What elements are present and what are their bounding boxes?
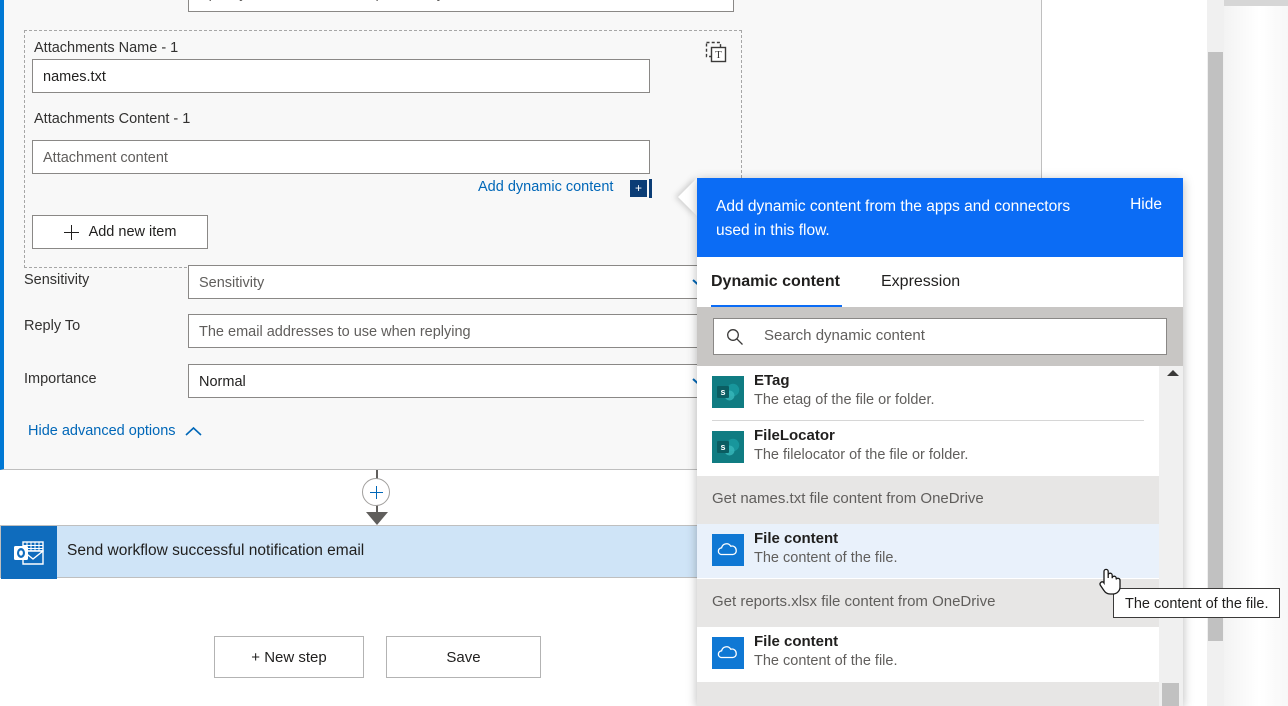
tab-expression[interactable]: Expression: [881, 273, 960, 304]
attachments-content-input[interactable]: Attachment content: [32, 140, 650, 174]
list-item[interactable]: s ETag The etag of the file or folder.: [697, 366, 1159, 420]
dynamic-content-flyout: Add dynamic content from the apps and co…: [697, 178, 1183, 706]
flyout-banner: Add dynamic content from the apps and co…: [697, 178, 1183, 257]
new-step-label: + New step: [251, 648, 327, 666]
svg-text:s: s: [720, 387, 725, 397]
flyout-callout-arrow-icon: [678, 178, 697, 216]
flyout-scrollbar-track[interactable]: [1159, 366, 1183, 706]
reply-to-input[interactable]: The email addresses to use when replying: [188, 314, 734, 348]
list-item[interactable]: File content The content of the file.: [697, 524, 1159, 578]
text-caret: [649, 179, 652, 198]
sharepoint-icon: s: [712, 431, 744, 463]
plus-icon: [63, 224, 79, 240]
list-item[interactable]: s FileLocator The filelocator of the fil…: [697, 421, 1159, 475]
outlook-icon: [1, 526, 57, 579]
tooltip-text: The content of the file.: [1125, 596, 1269, 612]
dynamic-content-list: s ETag The etag of the file or folder. s: [697, 366, 1183, 706]
tab-dynamic-content[interactable]: Dynamic content: [711, 273, 840, 304]
attachments-name-input[interactable]: names.txt: [32, 59, 650, 93]
page-scrollbar-thumb[interactable]: [1208, 52, 1223, 641]
screen-root: Specify email addresses separated by sem…: [0, 0, 1288, 706]
insert-step-button[interactable]: [362, 478, 390, 506]
importance-label: Importance: [24, 371, 97, 387]
list-item-description: The content of the file.: [754, 550, 898, 566]
reply-to-label: Reply To: [24, 318, 81, 334]
flyout-scrollbar-thumb[interactable]: [1162, 683, 1179, 706]
flyout-search-area: Search dynamic content: [697, 307, 1183, 366]
svg-text:s: s: [720, 442, 725, 452]
list-item-name: File content: [754, 633, 839, 650]
sensitivity-label: Sensitivity: [24, 272, 90, 288]
list-item-name: File content: [754, 530, 839, 547]
onedrive-icon: [712, 637, 744, 669]
sensitivity-input[interactable]: Sensitivity: [188, 265, 734, 299]
hide-advanced-options-label: Hide advanced options: [28, 423, 176, 439]
flyout-hide-button[interactable]: Hide: [1130, 196, 1162, 214]
flyout-banner-text: Add dynamic content from the apps and co…: [716, 198, 1071, 239]
scroll-up-arrow-icon[interactable]: [1167, 370, 1179, 376]
new-step-button[interactable]: + New step: [214, 636, 364, 678]
flyout-tabs: Dynamic content Expression: [697, 257, 1183, 307]
list-item-name: ETag: [754, 372, 790, 389]
list-group-header: Get names.txt file content from OneDrive: [697, 476, 1159, 524]
hide-advanced-options-link[interactable]: Hide advanced options: [28, 423, 202, 439]
chevron-up-icon: [184, 426, 202, 436]
sharepoint-icon: s: [712, 376, 744, 408]
send-notification-card-title: Send workflow successful notification em…: [67, 542, 365, 559]
add-new-item-label: Add new item: [88, 224, 177, 240]
attachments-content-label: Attachments Content - 1: [34, 111, 191, 127]
to-field-input[interactable]: Specify email addresses separated by sem…: [188, 0, 734, 12]
add-new-item-button[interactable]: Add new item: [32, 215, 208, 249]
search-input[interactable]: Search dynamic content: [713, 318, 1167, 355]
tooltip: The content of the file.: [1113, 588, 1281, 618]
add-dynamic-content-link[interactable]: Add dynamic content: [478, 179, 613, 195]
list-group-header: Get reports.xlsx file content from OneDr…: [697, 579, 1159, 627]
list-item-name: FileLocator: [754, 427, 835, 444]
list-item[interactable]: File content The content of the file.: [697, 627, 1159, 681]
search-icon: [727, 329, 743, 345]
connector-arrow-icon: [366, 512, 388, 525]
add-dynamic-content-plus-icon[interactable]: +: [630, 180, 647, 197]
text-mode-icon[interactable]: T: [703, 39, 729, 65]
list-group-header-partial: [697, 682, 1159, 706]
importance-input[interactable]: Normal: [188, 364, 734, 398]
list-item-description: The etag of the file or folder.: [754, 392, 935, 408]
save-button[interactable]: Save: [386, 636, 541, 678]
search-input-placeholder: Search dynamic content: [764, 327, 925, 344]
onedrive-icon: [712, 534, 744, 566]
list-item-description: The filelocator of the file or folder.: [754, 447, 969, 463]
browser-gutter-top-edge: [1224, 0, 1288, 6]
list-item-description: The content of the file.: [754, 653, 898, 669]
attachments-name-label: Attachments Name - 1: [34, 40, 179, 56]
svg-text:T: T: [715, 49, 722, 61]
save-label: Save: [446, 648, 481, 666]
